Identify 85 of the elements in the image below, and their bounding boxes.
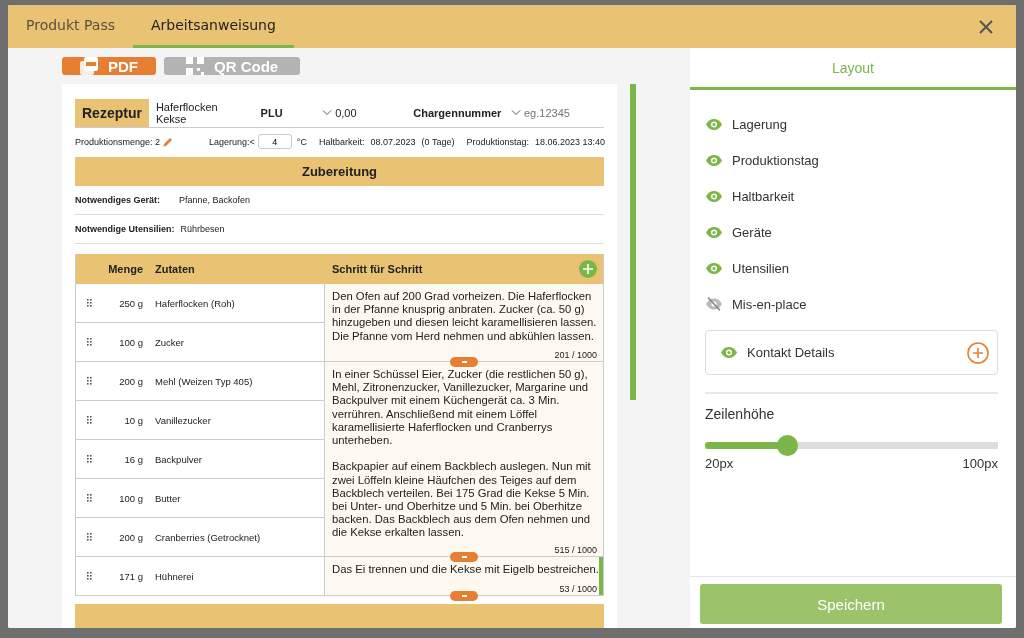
layout-option: Geräte	[732, 224, 772, 240]
collapse-button[interactable]	[450, 591, 478, 601]
column-header: Menge	[107, 263, 144, 275]
column-header: Schritt für Schritt	[332, 263, 423, 275]
storage-field[interactable]: 4	[257, 134, 292, 149]
batch-label: Chargennummer	[413, 107, 503, 119]
ingredient-cell-text: Hühnerei	[154, 570, 195, 582]
slider-thumb[interactable]	[777, 435, 799, 456]
production-day-value: 18.06.2023 13:40	[534, 136, 606, 147]
detail-label: Notwendige Utensilien:	[75, 224, 175, 234]
slider-max-label: 100px	[962, 456, 998, 471]
layout-option: Mis-en-place	[732, 296, 807, 312]
drag-handle-icon[interactable]	[86, 533, 92, 541]
eye-slash-icon[interactable]	[706, 297, 722, 311]
collapse-button[interactable]	[450, 552, 478, 562]
shelf-life-date: 08.07.2023	[370, 136, 416, 147]
recipe-name: Haferflocken Kekse	[154, 101, 219, 125]
add-button[interactable]	[967, 341, 989, 364]
pdf-file-icon	[80, 57, 98, 75]
collapse-button[interactable]	[450, 357, 478, 367]
section-title: Zubereitung	[75, 157, 604, 186]
eye-icon[interactable]	[721, 347, 737, 358]
detail-value: Pfanne, Backofen	[179, 195, 251, 205]
unit-label: °C	[296, 136, 307, 147]
slider-label: Zeilenhöhe	[704, 405, 776, 422]
amount-cell-text: 200 g	[118, 531, 144, 543]
drag-handle-icon[interactable]	[86, 299, 92, 307]
batch-field[interactable]: eg.12345	[524, 107, 604, 119]
drag-handle-icon[interactable]	[86, 572, 92, 580]
ingredient-cell-text: Mehl (Weizen Typ 405)	[154, 375, 254, 387]
add-button[interactable]	[579, 260, 597, 278]
detail-value: Rührbesen	[180, 224, 225, 234]
ingredient-cell-text: Haferflocken (Roh)	[154, 297, 236, 309]
contact-label: Kontakt Details	[747, 345, 835, 360]
ingredient-cell-text: Backpulver	[154, 453, 203, 465]
scrollbar[interactable]	[630, 84, 636, 400]
plus-circle-icon	[967, 341, 989, 364]
storage-label: Lagerung:<	[209, 136, 255, 147]
step-text[interactable]: Das Ei trennen und die Kekse mit Eigelb bestreichen.	[332, 563, 599, 577]
recipe-badge: Rezeptur	[75, 99, 149, 127]
drag-handle-icon[interactable]	[86, 338, 92, 346]
character-count: 201 / 1000	[554, 350, 597, 360]
column-header: Zutaten	[154, 263, 196, 275]
close-icon	[979, 19, 993, 34]
slider-min-label: 20px	[705, 456, 734, 471]
layout-option: Utensilien	[732, 260, 790, 276]
amount-cell-text: 100 g	[118, 336, 144, 348]
eye-icon[interactable]	[706, 190, 722, 202]
eye-icon[interactable]	[706, 154, 722, 166]
qr-code-icon	[186, 57, 204, 75]
plu-value: 0,00	[335, 107, 358, 119]
ingredient-cell-text: Butter	[154, 492, 182, 504]
pencil-icon[interactable]	[163, 136, 174, 147]
shelf-life-label: Haltbarkeit:	[318, 136, 365, 147]
step-text[interactable]: Den Ofen auf 200 Grad vorheizen. Die Haferflocken in der Pfanne knusprig anbraten. Zucker (ca. 50 g) hinzugeben und diesen leicht karamellisieren lassen. Die Pfanne vom Herd nehmen und abkühlen lassen.	[332, 290, 599, 343]
drag-handle-icon[interactable]	[86, 377, 92, 385]
ingredient-cell-text: Zucker	[154, 336, 186, 348]
tab[interactable]: Produkt Pass	[8, 5, 133, 48]
amount-cell-text: 16 g	[123, 453, 144, 465]
quantity-label: Produktionsmenge: 2	[75, 136, 161, 147]
ingredient-cell-text: Cranberries (Getrocknet)	[154, 531, 262, 543]
amount-cell-text: 100 g	[118, 492, 144, 504]
amount-cell-text: 171 g	[118, 570, 144, 582]
amount-cell-text: 10 g	[123, 414, 144, 426]
layout-option: Lagerung	[732, 116, 787, 132]
drag-handle-icon[interactable]	[86, 494, 92, 502]
drag-handle-icon[interactable]	[86, 455, 92, 463]
eye-icon[interactable]	[706, 262, 722, 274]
shelf-life-days: (0 Tage)	[421, 136, 455, 147]
character-count: 515 / 1000	[554, 545, 597, 555]
plus-icon	[583, 264, 593, 274]
character-count: 53 / 1000	[559, 584, 597, 594]
detail-label: Notwendiges Gerät:	[75, 195, 161, 205]
plu-label: PLU	[260, 107, 284, 119]
amount-cell-text: 250 g	[118, 297, 144, 309]
ingredient-cell-text: Vanillezucker	[154, 414, 212, 426]
step-text[interactable]: In einer Schüssel Eier, Zucker (die restlichen 50 g), Mehl, Zitronenzucker, Vanillezucker, Margarine und Backpulver mit einem Küchengerät ca. 3 Min. verrühren. Anschließend mit einem Löffel karamellisierte Haferflocken und Cranberrys unterheben. Backpapier auf einem Backblech auslegen. Nun mit zwei Löffeln kleine Häufchen des Teiges auf dem Backblech verteilen. Bei 175 Grad die Kekse 5 Min. bei Unter- und Oberhitze und 5 Min. bei Oberhitze backen. Das Backblech aus dem Ofen nehmen und die Kekse erkalten lassen.	[332, 368, 599, 540]
drag-handle-icon[interactable]	[86, 416, 92, 424]
eye-icon[interactable]	[706, 226, 722, 238]
scrollbar[interactable]	[599, 557, 603, 595]
layout-option: Haltbarkeit	[732, 188, 795, 204]
eye-icon[interactable]	[706, 118, 722, 130]
production-day-label: Produktionstag:	[466, 136, 529, 147]
amount-cell-text: 200 g	[118, 375, 144, 387]
layout-option: Produktionstag	[732, 152, 819, 168]
